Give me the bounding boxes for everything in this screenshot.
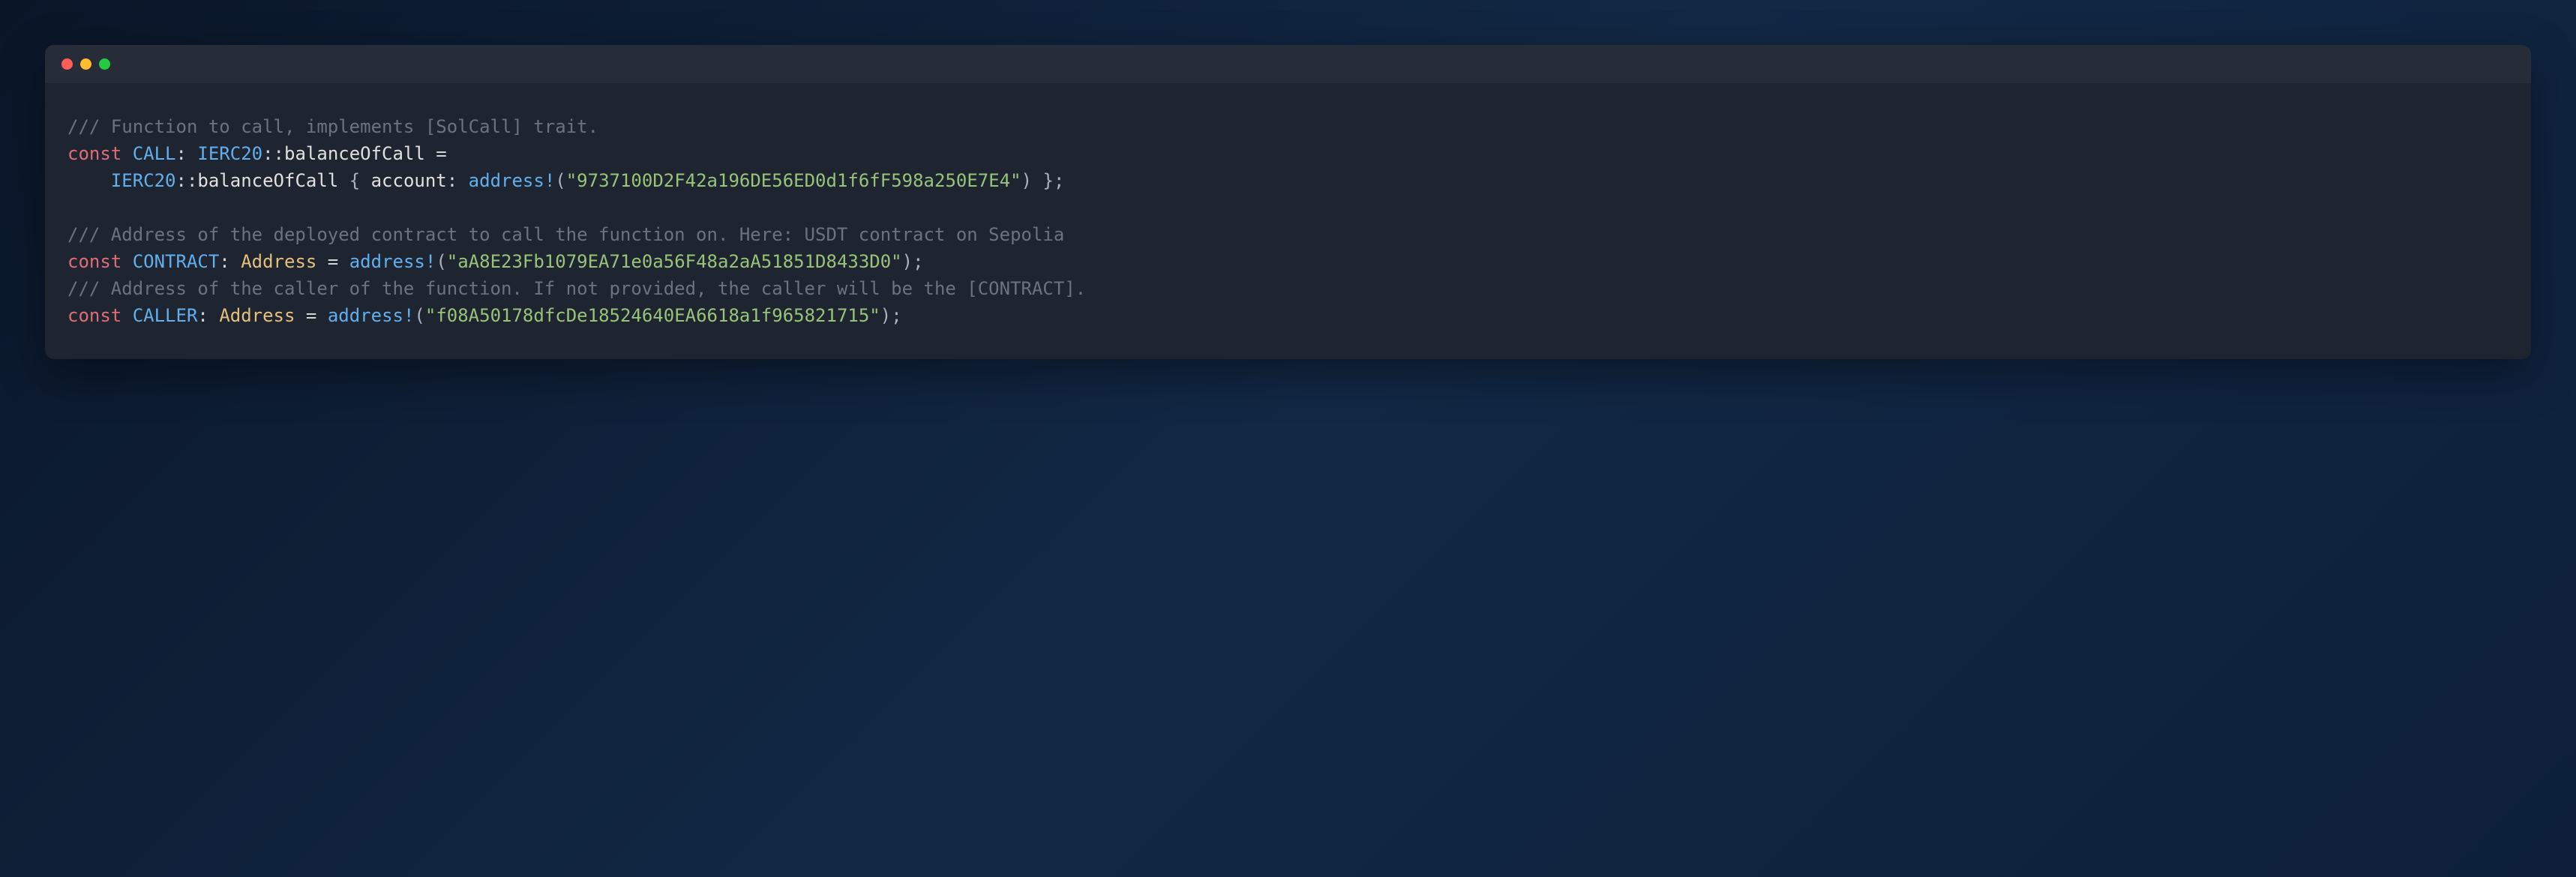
type-token: Address bbox=[241, 251, 316, 272]
minimize-icon[interactable] bbox=[80, 58, 91, 70]
comment-token: /// Address of the deployed contract to … bbox=[67, 224, 1064, 245]
code-line: const CALLER: Address = address!("f08A50… bbox=[67, 302, 2509, 329]
maximize-icon[interactable] bbox=[99, 58, 110, 70]
string-token: "9737100D2F42a196DE56ED0d1f6fF598a250E7E… bbox=[566, 170, 1021, 191]
close-token: ) }; bbox=[1021, 170, 1065, 191]
paren-token: ( bbox=[436, 251, 446, 272]
brace-token: { bbox=[338, 170, 370, 191]
macro-token: address! bbox=[349, 251, 436, 272]
close-token: ); bbox=[902, 251, 924, 272]
op-token: = bbox=[425, 143, 447, 164]
field-token: account bbox=[371, 170, 447, 191]
string-token: "aA8E23Fb1079EA71e0a56F48a2aA51851D8433D… bbox=[447, 251, 902, 272]
code-line: /// Function to call, implements [SolCal… bbox=[67, 113, 2509, 140]
colon-token: : bbox=[219, 251, 229, 272]
code-line: /// Address of the deployed contract to … bbox=[67, 221, 2509, 248]
keyword-token: const bbox=[67, 251, 121, 272]
code-line bbox=[67, 194, 2509, 221]
comment-token: /// Function to call, implements [SolCal… bbox=[67, 116, 598, 137]
code-line: const CONTRACT: Address = address!("aA8E… bbox=[67, 248, 2509, 275]
keyword-token: const bbox=[67, 305, 121, 326]
macro-token: address! bbox=[328, 305, 415, 326]
ident-token: balanceOfCall bbox=[284, 143, 425, 164]
close-token: ); bbox=[880, 305, 902, 326]
ident-token: CALL bbox=[133, 143, 176, 164]
code-line: const CALL: IERC20::balanceOfCall = bbox=[67, 140, 2509, 167]
ident-token: CONTRACT bbox=[133, 251, 220, 272]
paren-token: ( bbox=[414, 305, 424, 326]
close-icon[interactable] bbox=[61, 58, 73, 70]
code-window: /// Function to call, implements [SolCal… bbox=[45, 45, 2531, 359]
sep-token: :: bbox=[262, 143, 284, 164]
op-token: = bbox=[295, 305, 327, 326]
sep-token: :: bbox=[176, 170, 198, 191]
type-token: IERC20 bbox=[111, 170, 176, 191]
paren-token: ( bbox=[555, 170, 565, 191]
type-token: Address bbox=[219, 305, 295, 326]
titlebar bbox=[45, 45, 2531, 83]
ident-token: balanceOfCall bbox=[197, 170, 338, 191]
comment-token: /// Address of the caller of the functio… bbox=[67, 278, 1086, 299]
indent bbox=[67, 170, 111, 191]
type-token: IERC20 bbox=[197, 143, 262, 164]
macro-token: address! bbox=[469, 170, 556, 191]
keyword-token: const bbox=[67, 143, 121, 164]
colon-token: : bbox=[197, 305, 208, 326]
code-line: IERC20::balanceOfCall { account: address… bbox=[67, 167, 2509, 194]
ident-token: CALLER bbox=[133, 305, 198, 326]
colon-token: : bbox=[447, 170, 457, 191]
op-token: = bbox=[316, 251, 349, 272]
colon-token: : bbox=[176, 143, 187, 164]
code-line: /// Address of the caller of the functio… bbox=[67, 275, 2509, 302]
code-area[interactable]: /// Function to call, implements [SolCal… bbox=[45, 83, 2531, 359]
string-token: "f08A50178dfcDe18524640EA6618a1f96582171… bbox=[425, 305, 880, 326]
